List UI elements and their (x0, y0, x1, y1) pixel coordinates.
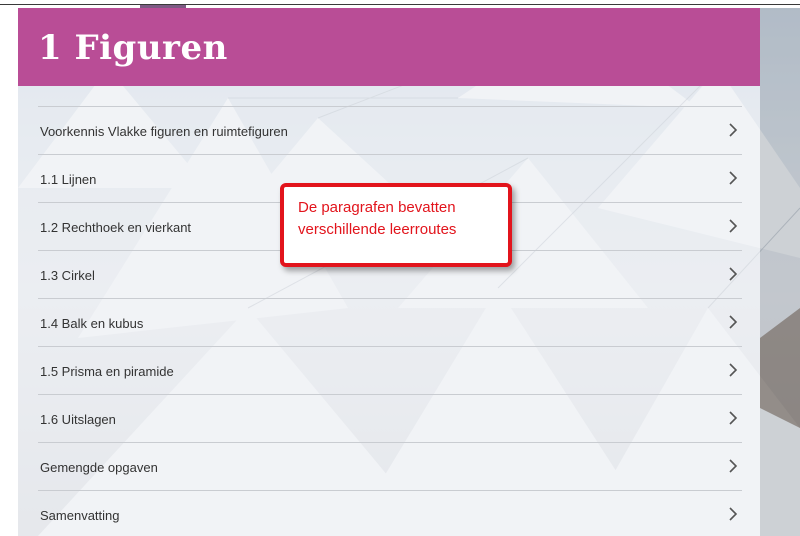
page-title: 1 Figuren (38, 28, 228, 68)
chevron-right-icon (729, 267, 738, 281)
menu-item-label: 1.3 Cirkel (40, 268, 95, 283)
chevron-right-icon (729, 411, 738, 425)
menu-item-label: Gemengde opgaven (40, 460, 158, 475)
menu-item-1-4[interactable]: 1.4 Balk en kubus (38, 298, 742, 346)
chapter-header: 1 Figuren (18, 8, 760, 86)
callout-line-2: verschillende leerroutes (298, 221, 457, 238)
menu-item-label: Voorkennis Vlakke figuren en ruimtefigur… (40, 124, 288, 139)
menu-item-label: 1.4 Balk en kubus (40, 316, 144, 331)
annotation-callout: De paragrafen bevatten verschillende lee… (280, 183, 512, 267)
chevron-right-icon (729, 171, 738, 185)
menu-item-label: Samenvatting (40, 508, 120, 523)
menu-item-label: 1.6 Uitslagen (40, 412, 116, 427)
menu-item-label: 1.1 Lijnen (40, 172, 97, 187)
chevron-right-icon (729, 315, 738, 329)
callout-line-1: De paragrafen bevatten (298, 199, 456, 216)
chevron-right-icon (729, 123, 738, 137)
callout-text: De paragrafen bevatten verschillende lee… (298, 197, 456, 241)
chevron-right-icon (729, 219, 738, 233)
section-menu: Voorkennis Vlakke figuren en ruimtefigur… (38, 106, 742, 536)
menu-item-1-6[interactable]: 1.6 Uitslagen (38, 394, 742, 442)
menu-item-samenvatting[interactable]: Samenvatting (38, 490, 742, 536)
chevron-right-icon (729, 459, 738, 473)
page: 1 Figuren Voorkennis Vlakke figuren en r… (0, 0, 800, 536)
menu-item-1-5[interactable]: 1.5 Prisma en piramide (38, 346, 742, 394)
menu-item-label: 1.5 Prisma en piramide (40, 364, 174, 379)
menu-item-voorkennis[interactable]: Voorkennis Vlakke figuren en ruimtefigur… (38, 106, 742, 154)
top-divider (0, 4, 800, 5)
menu-item-label: 1.2 Rechthoek en vierkant (40, 220, 192, 235)
chevron-right-icon (729, 507, 738, 521)
chevron-right-icon (729, 363, 738, 377)
menu-item-gemengde-opgaven[interactable]: Gemengde opgaven (38, 442, 742, 490)
